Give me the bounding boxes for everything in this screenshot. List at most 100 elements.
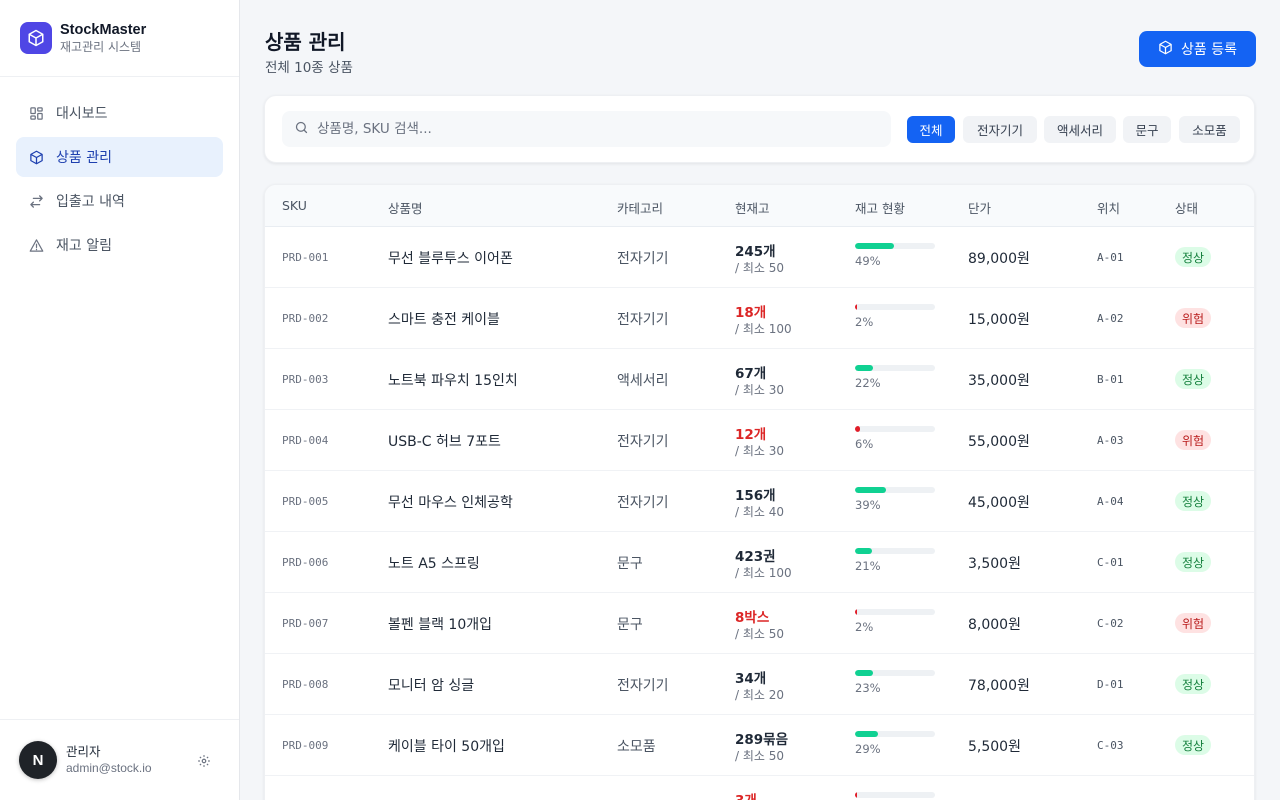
search-icon [294, 120, 309, 139]
table-row[interactable]: PRD-003 노트북 파우치 15인치 액세서리 67개 / 최소 30 22% 35,0… [265, 349, 1254, 410]
stock-level-fill [855, 426, 860, 432]
status-badge: 정상 [1175, 369, 1212, 389]
minimum-stock-value: / 최소 100 [735, 322, 792, 336]
sku-cell: PRD-006 [282, 556, 329, 569]
product-name-cell: 케이블 타이 50개입 [388, 739, 505, 755]
table-row[interactable]: PRD-001 무선 블루투스 이어폰 전자기기 245개 / 최소 50 49% 89,0… [265, 227, 1254, 288]
location-cell: C-02 [1097, 617, 1124, 630]
location-cell: A-03 [1097, 434, 1124, 447]
sidebar: StockMaster 재고관리 시스템 대시보드 상품 관리 입출고 내역 재… [0, 0, 240, 800]
stock-level-fill [855, 304, 858, 310]
stock-level-fill [855, 609, 858, 615]
column-header-stock-level[interactable]: 재고 현황 [855, 198, 905, 217]
minimum-stock-value: / 최소 30 [735, 444, 785, 458]
current-stock-value: 3개 [735, 789, 757, 800]
sidebar-item-label: 대시보드 [56, 106, 108, 122]
minimum-stock-value: / 최소 20 [735, 688, 785, 702]
table-row[interactable]: PRD-005 무선 마우스 인체공학 전자기기 156개 / 최소 40 39% 45,0… [265, 471, 1254, 532]
stock-level-percent: 49% [855, 254, 881, 268]
brand-name: StockMaster [60, 21, 147, 38]
unit-price-cell: 55,000원 [968, 434, 1030, 450]
status-badge: 정상 [1175, 552, 1212, 572]
product-name-cell: 모니터 암 싱글 [388, 678, 475, 694]
stock-level-percent: 22% [855, 376, 881, 390]
stock-level-bar [855, 792, 935, 798]
swap-arrows-icon [28, 193, 44, 209]
unit-price-cell: 15,000원 [968, 312, 1030, 328]
table-row[interactable]: PRD-006 노트 A5 스프링 문구 423권 / 최소 100 21% 3,500원 C… [265, 532, 1254, 593]
category-cell: 전자기기 [617, 434, 669, 450]
minimum-stock-value: / 최소 50 [735, 627, 785, 641]
sidebar-item-alerts[interactable]: 재고 알림 [16, 225, 223, 265]
column-header-status[interactable]: 상태 [1175, 198, 1198, 217]
column-header-sku[interactable]: SKU [282, 198, 307, 213]
current-stock-value: 423권 [735, 549, 776, 565]
product-name-cell: 무선 블루투스 이어폰 [388, 251, 513, 267]
product-name-cell: USB-C 허브 7포트 [388, 434, 501, 450]
sidebar-item-products[interactable]: 상품 관리 [16, 137, 223, 177]
stock-level-fill [855, 243, 895, 249]
sidebar-item-transactions[interactable]: 입출고 내역 [16, 181, 223, 221]
status-badge: 정상 [1175, 491, 1212, 511]
stock-level-percent: 2% [855, 620, 874, 634]
minimum-stock-value: / 최소 100 [735, 566, 792, 580]
status-badge: 위험 [1175, 613, 1212, 633]
filter-chip-all[interactable]: 전체 [907, 116, 955, 143]
table-row[interactable]: PRD-008 모니터 암 싱글 전자기기 34개 / 최소 20 23% 78,000원 D… [265, 654, 1254, 715]
search-input[interactable] [317, 121, 877, 137]
column-header-stock[interactable]: 현재고 [735, 198, 770, 217]
column-header-name[interactable]: 상품명 [388, 198, 423, 217]
add-product-label: 상품 등록 [1181, 42, 1237, 58]
gear-icon[interactable] [197, 753, 211, 767]
category-cell: 전자기기 [617, 312, 669, 328]
filter-chip-supplies[interactable]: 소모품 [1179, 116, 1240, 143]
unit-price-cell: 35,000원 [968, 373, 1030, 389]
product-name-cell: 볼펜 블랙 10개입 [388, 617, 492, 633]
add-product-button[interactable]: 상품 등록 [1139, 31, 1256, 67]
main-content: 상품 관리 전체 10종 상품 상품 등록 전체 전자기기 액세서리 문구 소모… [240, 0, 1280, 800]
sidebar-item-label: 재고 알림 [56, 238, 112, 254]
cube-icon [28, 149, 44, 165]
stock-level-bar [855, 487, 935, 493]
sidebar-nav: 대시보드 상품 관리 입출고 내역 재고 알림 [0, 77, 239, 265]
stock-level-percent: 6% [855, 437, 874, 451]
search-box [282, 111, 891, 147]
filter-chip-stationery[interactable]: 문구 [1123, 116, 1171, 143]
table-row[interactable]: PRD-002 스마트 충전 케이블 전자기기 18개 / 최소 100 2% 15,000… [265, 288, 1254, 349]
sku-cell: PRD-004 [282, 434, 329, 447]
stock-level-fill [855, 548, 872, 554]
column-header-location[interactable]: 위치 [1097, 198, 1120, 217]
stock-level-bar [855, 670, 935, 676]
current-stock-value: 67개 [735, 366, 767, 382]
stock-level-bar [855, 731, 935, 737]
sidebar-item-dashboard[interactable]: 대시보드 [16, 93, 223, 133]
table-row[interactable]: PRD-007 볼펜 블랙 10개입 문구 8박스 / 최소 50 2% 8,000원 C-0… [265, 593, 1254, 654]
status-badge: 위험 [1175, 430, 1212, 450]
table-row[interactable]: PRD-009 케이블 타이 50개입 소모품 289묶음 / 최소 50 29% 5,50… [265, 715, 1254, 776]
stock-level-bar [855, 609, 935, 615]
column-header-category[interactable]: 카테고리 [617, 198, 663, 217]
unit-price-cell: 3,500원 [968, 556, 1021, 572]
table-row[interactable]: 3개 [265, 776, 1254, 800]
location-cell: D-01 [1097, 678, 1124, 691]
avatar[interactable]: N [19, 741, 57, 779]
location-cell: C-01 [1097, 556, 1124, 569]
stock-level-percent: 29% [855, 742, 881, 756]
column-header-price[interactable]: 단가 [968, 198, 991, 217]
filter-chip-electronics[interactable]: 전자기기 [963, 116, 1037, 143]
sku-cell: PRD-007 [282, 617, 329, 630]
minimum-stock-value: / 최소 30 [735, 383, 785, 397]
table-row[interactable]: PRD-004 USB-C 허브 7포트 전자기기 12개 / 최소 30 6% 55,00… [265, 410, 1254, 471]
page-title: 상품 관리 [265, 30, 346, 54]
filter-chip-accessories[interactable]: 액세서리 [1044, 116, 1116, 143]
category-cell: 전자기기 [617, 495, 669, 511]
status-badge: 정상 [1175, 674, 1212, 694]
category-cell: 소모품 [617, 739, 656, 755]
stock-level-fill [855, 487, 887, 493]
unit-price-cell: 78,000원 [968, 678, 1030, 694]
stock-level-bar [855, 304, 935, 310]
minimum-stock-value: / 최소 40 [735, 505, 785, 519]
category-cell: 전자기기 [617, 678, 669, 694]
stock-level-bar [855, 426, 935, 432]
sku-cell: PRD-003 [282, 373, 329, 386]
